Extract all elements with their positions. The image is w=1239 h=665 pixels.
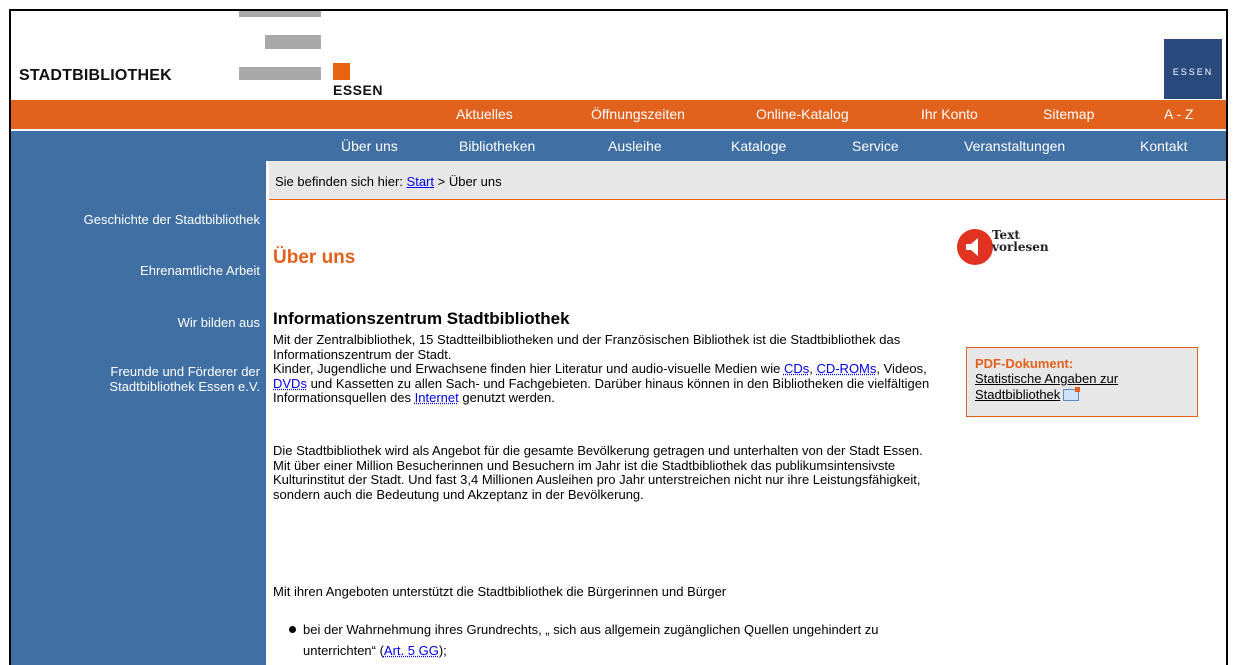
sidebar-item-ausbildung[interactable]: Wir bilden aus bbox=[178, 315, 260, 330]
nav-service[interactable]: Service bbox=[852, 138, 899, 154]
breadcrumb: Sie befinden sich hier: Start > Über uns bbox=[269, 161, 1226, 200]
intro-paragraph: Mit der Zentralbibliothek, 15 Stadtteilb… bbox=[273, 332, 948, 406]
sidebar-item-ehrenamt[interactable]: Ehrenamtliche Arbeit bbox=[140, 263, 260, 278]
art-5-gg-link[interactable]: Art. 5 GG bbox=[384, 643, 439, 658]
cds-link[interactable]: CDs bbox=[784, 361, 809, 376]
breadcrumb-prefix: Sie befinden sich hier: bbox=[275, 174, 407, 189]
paragraph-text: Mit der Zentralbibliothek, 15 Stadtteilb… bbox=[273, 332, 901, 362]
sidebar-item-geschichte[interactable]: Geschichte der Stadtbibliothek bbox=[84, 212, 260, 227]
bullet-icon bbox=[289, 626, 296, 633]
pdf-link-label: Statistische Angaben zur Stadtbibliothek bbox=[975, 371, 1119, 402]
page-title: Über uns bbox=[273, 247, 356, 268]
nav-kataloge[interactable]: Kataloge bbox=[731, 138, 786, 154]
sidebar-item-foerderverein[interactable]: Freunde und Förderer der Stadtbibliothek… bbox=[109, 364, 260, 394]
essen-city-badge[interactable]: ESSEN bbox=[1164, 39, 1222, 99]
read-aloud-label: Text vorlesen bbox=[992, 229, 1049, 253]
nav-ueber-uns[interactable]: Über uns bbox=[341, 138, 398, 154]
nav-online-katalog[interactable]: Online-Katalog bbox=[756, 106, 849, 122]
breadcrumb-separator: > bbox=[434, 174, 449, 189]
list-item: bei der Wahrnehmung ihres Grundrechts, „… bbox=[289, 619, 943, 661]
cd-roms-link[interactable]: CD-ROMs bbox=[816, 361, 876, 376]
sidebar-item-label: Freunde und Förderer der bbox=[110, 364, 260, 379]
breadcrumb-start-link[interactable]: Start bbox=[407, 174, 434, 189]
external-window-icon bbox=[1063, 387, 1081, 401]
paragraph-text: Kinder, Jugendliche und Erwachsene finde… bbox=[273, 361, 784, 376]
sidebar-item-label: Stadtbibliothek Essen e.V. bbox=[109, 379, 260, 394]
logo-bar bbox=[239, 11, 321, 17]
nav-a-z[interactable]: A - Z bbox=[1164, 106, 1194, 122]
pdf-download-box: PDF-Dokument: Statistische Angaben zur S… bbox=[966, 347, 1198, 417]
nav-ihr-konto[interactable]: Ihr Konto bbox=[921, 106, 978, 122]
paragraph-text: Die Stadtbibliothek wird als Angebot für… bbox=[273, 443, 923, 458]
main-navigation: Über uns Bibliotheken Ausleihe Kataloge … bbox=[11, 131, 1226, 161]
read-aloud-button[interactable]: Text vorlesen bbox=[957, 229, 1057, 269]
read-aloud-label-line: vorlesen bbox=[992, 240, 1049, 254]
logo-orange-square bbox=[333, 63, 350, 80]
paragraph-text: , Videos, bbox=[876, 361, 927, 376]
site-header: STADTBIBLIOTHEK ESSEN ESSEN bbox=[11, 11, 1226, 100]
section-title: Informationszentrum Stadtbibliothek bbox=[273, 309, 570, 328]
pdf-box-title: PDF-Dokument: bbox=[975, 356, 1074, 371]
sidebar: Geschichte der Stadtbibliothek Ehrenamtl… bbox=[11, 161, 266, 665]
site-logo[interactable]: STADTBIBLIOTHEK bbox=[19, 67, 172, 85]
list-item-text: ); bbox=[438, 643, 447, 658]
logo-bar bbox=[265, 35, 321, 49]
paragraph-text: Mit über einer Million Besucherinnen und… bbox=[273, 457, 921, 502]
paragraph-text: und Kassetten zu allen Sach- und Fachgeb… bbox=[273, 375, 930, 405]
dvds-link[interactable]: DVDs bbox=[273, 376, 307, 391]
internet-link[interactable]: Internet bbox=[415, 390, 459, 405]
paragraph-text: genutzt werden. bbox=[458, 390, 555, 405]
nav-aktuelles[interactable]: Aktuelles bbox=[456, 106, 513, 122]
funding-paragraph: Die Stadtbibliothek wird als Angebot für… bbox=[273, 443, 948, 502]
offers-paragraph: Mit ihren Angeboten unterstützt die Stad… bbox=[273, 584, 727, 599]
top-navigation: Aktuelles Öffnungszeiten Online-Katalog … bbox=[11, 100, 1226, 129]
browser-page: STADTBIBLIOTHEK ESSEN ESSEN Aktuelles Öf… bbox=[9, 9, 1228, 665]
pdf-statistics-link[interactable]: Statistische Angaben zur Stadtbibliothek bbox=[975, 371, 1187, 403]
nav-bibliotheken[interactable]: Bibliotheken bbox=[459, 138, 535, 154]
nav-sitemap[interactable]: Sitemap bbox=[1043, 106, 1094, 122]
nav-ausleihe[interactable]: Ausleihe bbox=[608, 138, 662, 154]
nav-veranstaltungen[interactable]: Veranstaltungen bbox=[964, 138, 1065, 154]
speaker-icon bbox=[957, 229, 993, 265]
nav-kontakt[interactable]: Kontakt bbox=[1140, 138, 1187, 154]
breadcrumb-current: Über uns bbox=[448, 174, 502, 189]
nav-oeffnungszeiten[interactable]: Öffnungszeiten bbox=[591, 106, 685, 122]
logo-bar bbox=[265, 67, 321, 80]
logo-city-text: ESSEN bbox=[333, 82, 383, 98]
